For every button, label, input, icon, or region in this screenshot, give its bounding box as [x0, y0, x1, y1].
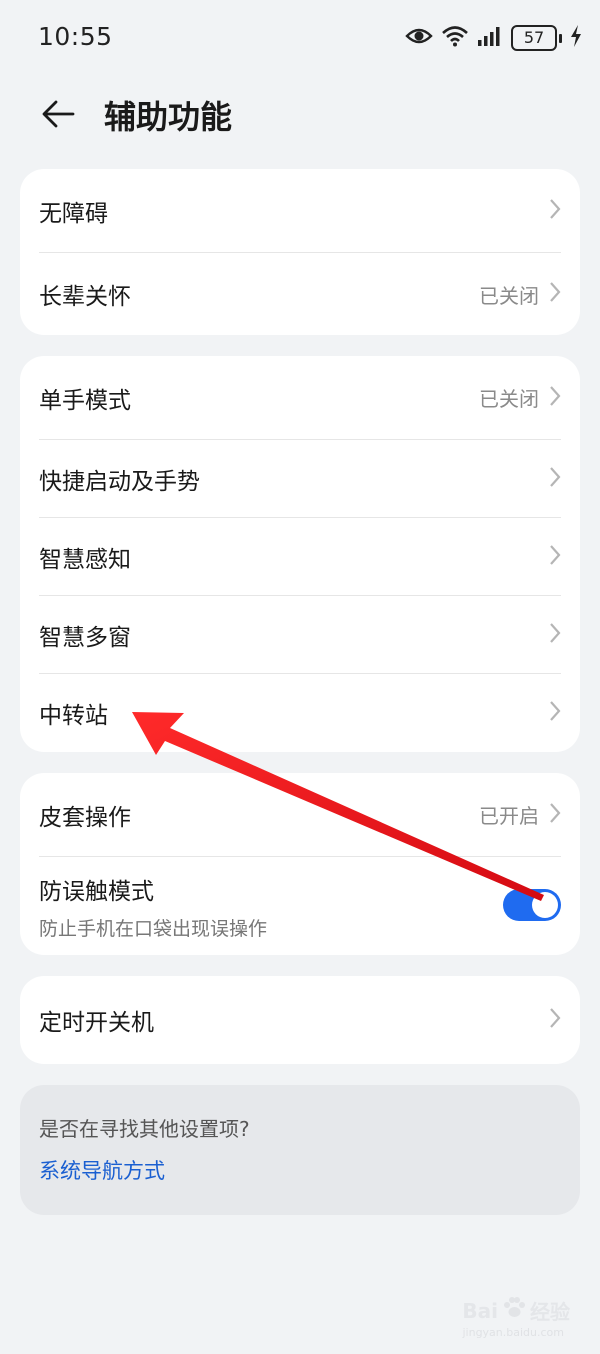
row-pocket-mode: 防误触模式 防止手机在口袋出现误操作: [39, 857, 561, 955]
suggestion-card: 是否在寻找其他设置项? 系统导航方式: [20, 1085, 580, 1215]
row-label: 快捷启动及手势: [39, 468, 200, 495]
page-title: 辅助功能: [104, 98, 233, 136]
chevron-right-icon: [549, 622, 561, 648]
suggestion-question: 是否在寻找其他设置项?: [39, 1117, 250, 1141]
settings-group-1: 无障碍 长辈关怀 已关闭: [20, 169, 580, 335]
row-elder-care[interactable]: 长辈关怀 已关闭: [39, 253, 561, 335]
row-label: 定时开关机: [39, 1010, 154, 1036]
row-smart-multi-window[interactable]: 智慧多窗: [39, 596, 561, 674]
signal-icon: [477, 26, 503, 50]
row-smart-perception[interactable]: 智慧感知: [39, 518, 561, 596]
row-label: 无障碍: [39, 200, 108, 227]
status-time: 10:55: [38, 22, 113, 51]
chevron-right-icon: [549, 385, 561, 411]
row-label: 单手模式: [39, 387, 131, 414]
battery-level: 57: [511, 25, 557, 51]
row-case-operation[interactable]: 皮套操作 已开启: [39, 773, 561, 857]
wifi-icon: [441, 25, 469, 51]
row-label: 长辈关怀: [39, 284, 131, 310]
row-label: 智慧感知: [39, 546, 131, 573]
watermark-url: jingyan.baidu.com: [462, 1326, 564, 1339]
charging-bolt-icon: [570, 25, 582, 51]
suggestion-link-navigation[interactable]: 系统导航方式: [39, 1155, 165, 1185]
watermark-suffix: 经验: [530, 1300, 570, 1324]
row-label: 防误触模式: [39, 878, 154, 905]
chevron-right-icon: [549, 700, 561, 726]
row-one-hand-mode[interactable]: 单手模式 已关闭: [39, 356, 561, 440]
row-accessibility[interactable]: 无障碍: [39, 169, 561, 253]
settings-group-4: 定时开关机: [20, 976, 580, 1064]
paw-icon: [502, 1297, 526, 1324]
settings-group-2: 单手模式 已关闭 快捷启动及手势 智慧感知 智慧多窗 中转站: [20, 356, 580, 752]
battery-tip: [559, 33, 562, 43]
row-subtitle: 防止手机在口袋出现误操作: [39, 917, 268, 940]
status-icons: 57: [405, 22, 582, 54]
eye-icon: [405, 26, 433, 50]
chevron-right-icon: [549, 198, 561, 224]
settings-group-3: 皮套操作 已开启 防误触模式 防止手机在口袋出现误操作: [20, 773, 580, 955]
chevron-right-icon: [549, 466, 561, 492]
chevron-right-icon: [549, 281, 561, 307]
battery-icon: 57: [511, 25, 562, 51]
back-arrow-icon: [41, 100, 75, 132]
row-value: 已开启: [479, 804, 539, 828]
app-header: 辅助功能: [0, 80, 600, 146]
chevron-right-icon: [549, 544, 561, 570]
pocket-mode-toggle[interactable]: [503, 889, 561, 921]
row-label: 中转站: [39, 702, 108, 729]
status-bar: 10:55 57: [0, 0, 600, 76]
row-scheduled-power[interactable]: 定时开关机: [39, 976, 561, 1064]
watermark-brand: Bai: [462, 1298, 498, 1323]
row-shortcuts-gestures[interactable]: 快捷启动及手势: [39, 440, 561, 518]
back-button[interactable]: [34, 92, 82, 140]
row-value: 已关闭: [479, 387, 539, 411]
watermark-logo: Bai 经验: [462, 1296, 570, 1325]
row-label: 皮套操作: [39, 804, 131, 831]
row-value: 已关闭: [479, 283, 539, 308]
row-transfer-station[interactable]: 中转站: [39, 674, 561, 751]
chevron-right-icon: [549, 1007, 561, 1033]
chevron-right-icon: [549, 802, 561, 828]
toggle-knob: [532, 892, 558, 918]
row-label: 智慧多窗: [39, 624, 131, 651]
